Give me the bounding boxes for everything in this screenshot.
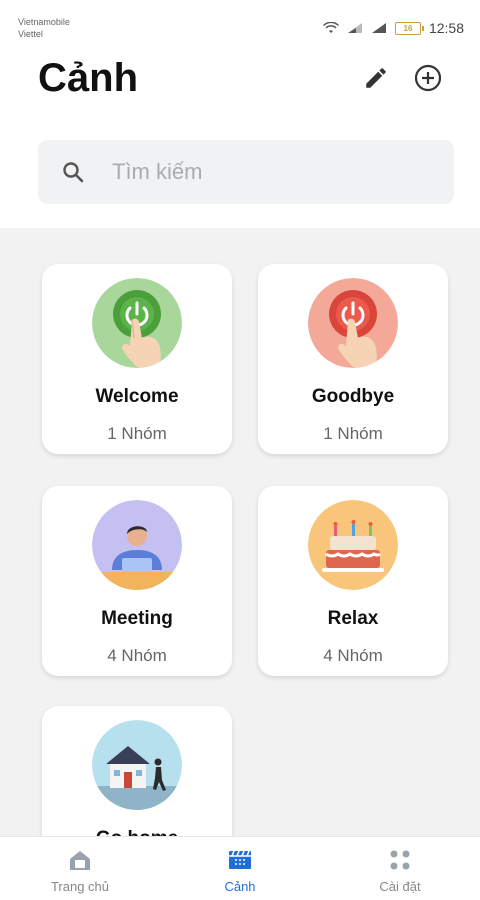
scene-card-goodbye[interactable]: Goodbye 1 Nhóm — [258, 264, 448, 454]
add-scene-button[interactable] — [412, 62, 444, 94]
pencil-icon — [366, 68, 386, 88]
scene-card-go-home[interactable]: Go home — [42, 706, 232, 836]
scene-group-count: 1 Nhóm — [323, 424, 383, 443]
search-input[interactable] — [112, 159, 412, 185]
nav-settings[interactable]: Cài đặt — [320, 837, 480, 900]
carrier-info: Vietnamobile Viettel — [18, 16, 70, 40]
page-header: Cảnh — [0, 52, 480, 112]
search-icon — [63, 162, 84, 183]
page-title: Cảnh — [38, 56, 138, 100]
house-walking-icon — [92, 720, 182, 810]
cake-icon — [308, 500, 398, 590]
nav-label: Cài đặt — [379, 879, 421, 894]
bottom-navigation: Trang chủ Cảnh Cài đặt — [0, 836, 480, 900]
scene-name: Welcome — [95, 386, 179, 407]
wifi-icon — [322, 22, 339, 33]
nav-scenes[interactable]: Cảnh — [160, 837, 320, 900]
scene-grid: Welcome 1 Nhóm Goodbye 1 Nhóm Meeting 4 … — [0, 228, 480, 836]
battery-level: 16 — [403, 23, 413, 33]
scene-group-count: 1 Nhóm — [107, 424, 167, 443]
person-laptop-icon — [92, 500, 182, 590]
scene-name: Relax — [327, 608, 379, 629]
scene-card-relax[interactable]: Relax 4 Nhóm — [258, 486, 448, 676]
search-bar[interactable] — [38, 140, 454, 204]
status-bar: Vietnamobile Viettel 16 12:58 — [0, 0, 480, 48]
carrier-name-2: Viettel — [18, 29, 43, 39]
status-icons: 16 12:58 — [322, 20, 464, 36]
scene-icon — [229, 850, 251, 869]
power-press-green-icon — [92, 278, 182, 368]
scene-name: Goodbye — [311, 386, 395, 407]
scene-card-welcome[interactable]: Welcome 1 Nhóm — [42, 264, 232, 454]
signal-icon-2 — [371, 23, 386, 33]
signal-icon-1 — [347, 23, 362, 33]
scene-name: Go home — [42, 828, 232, 836]
nav-label: Trang chủ — [50, 879, 110, 894]
plus-circle-icon — [414, 64, 442, 92]
power-press-red-icon — [308, 278, 398, 368]
nav-label: Cảnh — [224, 879, 256, 894]
status-time: 12:58 — [428, 20, 464, 36]
scene-group-count: 4 Nhóm — [107, 646, 167, 665]
nav-home[interactable]: Trang chủ — [0, 837, 160, 900]
home-icon — [70, 851, 90, 870]
grid-dots-icon — [390, 850, 410, 870]
edit-button[interactable] — [360, 62, 392, 94]
battery-icon: 16 — [394, 21, 424, 35]
scene-card-meeting[interactable]: Meeting 4 Nhóm — [42, 486, 232, 676]
scene-name: Meeting — [101, 608, 173, 629]
carrier-name-1: Vietnamobile — [18, 17, 70, 27]
scene-group-count: 4 Nhóm — [323, 646, 383, 665]
